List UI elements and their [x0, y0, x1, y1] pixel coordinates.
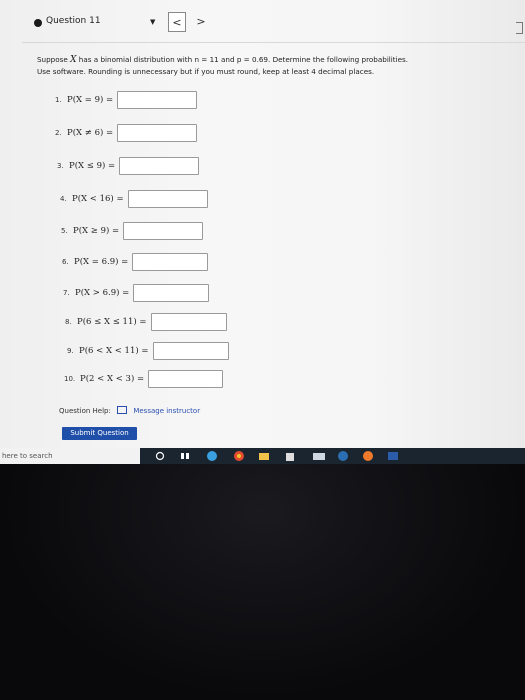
- question-expression: P(6 ≤ X ≤ 11) =: [77, 317, 147, 327]
- prompt-text-continued: has a binomial distribution with n = 11 …: [76, 55, 409, 64]
- steam-icon[interactable]: [335, 451, 351, 461]
- submit-question-button[interactable]: Submit Question: [62, 427, 137, 440]
- question-row-7: 7. P(X > 6.9) =: [63, 284, 210, 302]
- question-expression: P(6 < X < 11) =: [79, 346, 149, 356]
- question-expression: P(X ≤ 9) =: [69, 161, 116, 171]
- question-expression: P(X < 16) =: [72, 194, 124, 204]
- question-expression: P(X ≥ 9) =: [73, 226, 120, 236]
- mail-app-icon[interactable]: [312, 451, 326, 461]
- question-number: 4.: [60, 195, 67, 203]
- question-help-label: Question Help:: [59, 407, 111, 415]
- answer-input-7[interactable]: [133, 284, 210, 302]
- answer-input-10[interactable]: [148, 370, 224, 388]
- prev-question-button[interactable]: <: [168, 12, 186, 32]
- window-edge-icon: [516, 22, 523, 34]
- mail-icon[interactable]: [117, 406, 128, 414]
- question-label[interactable]: Question 11: [46, 16, 101, 26]
- windows-taskbar: here to search: [0, 448, 525, 464]
- question-number: 7.: [63, 289, 70, 297]
- answer-input-1[interactable]: [117, 91, 198, 109]
- question-row-6: 6. P(X = 6.9) =: [62, 253, 209, 271]
- dark-background: [0, 464, 525, 700]
- question-row-5: 5. P(X ≥ 9) =: [61, 222, 204, 240]
- question-number: 3.: [57, 162, 64, 170]
- question-number: 6.: [62, 258, 69, 266]
- store-icon[interactable]: [284, 451, 296, 461]
- question-row-4: 4. P(X < 16) =: [60, 190, 208, 208]
- answer-input-4[interactable]: [127, 190, 208, 208]
- firefox-icon[interactable]: [362, 451, 374, 461]
- task-view-icon[interactable]: [180, 451, 190, 461]
- prompt-instructions: Use software. Rounding is unnecessary bu…: [37, 67, 375, 76]
- taskbar-search-box[interactable]: here to search: [0, 448, 140, 464]
- word-icon[interactable]: [386, 451, 400, 461]
- question-number: 2.: [55, 129, 62, 137]
- browser-screen: Question 11 ▼ < > Suppose X has a binomi…: [0, 0, 525, 448]
- search-icon[interactable]: [155, 451, 165, 461]
- answer-input-3[interactable]: [119, 157, 200, 175]
- header-divider: [22, 42, 525, 43]
- chrome-icon[interactable]: [233, 451, 245, 461]
- message-instructor-link[interactable]: Message instructor: [133, 407, 200, 415]
- question-row-8: 8. P(6 ≤ X ≤ 11) =: [65, 313, 227, 331]
- question-number: 8.: [65, 318, 72, 326]
- question-number: 1.: [55, 96, 62, 104]
- question-number: 5.: [61, 227, 68, 235]
- answer-input-5[interactable]: [123, 222, 204, 240]
- answer-input-6[interactable]: [132, 253, 209, 271]
- answer-input-8[interactable]: [150, 313, 227, 331]
- question-row-9: 9. P(6 < X < 11) =: [67, 342, 229, 360]
- edge-icon[interactable]: [205, 451, 219, 461]
- question-row-3: 3. P(X ≤ 9) =: [57, 157, 200, 175]
- file-explorer-icon[interactable]: [258, 451, 270, 461]
- next-question-button[interactable]: >: [192, 12, 210, 32]
- question-dropdown-icon[interactable]: ▼: [150, 18, 155, 26]
- question-expression: P(2 < X < 3) =: [80, 374, 145, 384]
- question-number: 10.: [64, 375, 76, 383]
- question-prompt: Suppose X has a binomial distribution wi…: [37, 54, 517, 77]
- question-expression: P(X > 6.9) =: [75, 288, 130, 298]
- question-status-dot: [34, 19, 42, 27]
- question-expression: P(X = 6.9) =: [74, 257, 129, 267]
- question-help: Question Help: Message instructor: [59, 406, 200, 415]
- question-expression: P(X ≠ 6) =: [67, 128, 114, 138]
- question-row-2: 2. P(X ≠ 6) =: [55, 124, 198, 142]
- question-row-10: 10. P(2 < X < 3) =: [64, 370, 224, 388]
- question-number: 9.: [67, 347, 74, 355]
- question-expression: P(X = 9) =: [67, 95, 114, 105]
- question-row-1: 1. P(X = 9) =: [55, 91, 198, 109]
- prompt-text: Suppose: [37, 55, 71, 64]
- answer-input-2[interactable]: [117, 124, 198, 142]
- answer-input-9[interactable]: [152, 342, 229, 360]
